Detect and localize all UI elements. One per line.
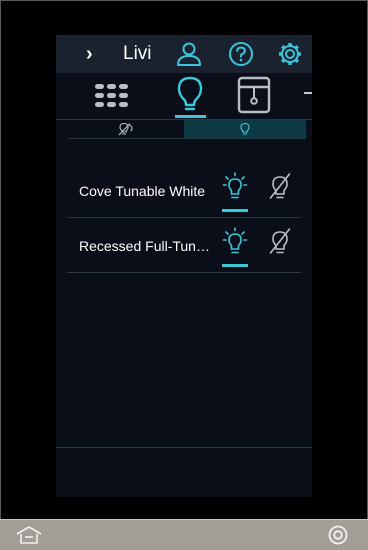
light-row: Cove Tunable White <box>67 163 301 218</box>
settings-icon[interactable] <box>277 41 303 67</box>
back-chevron-icon[interactable]: › <box>86 43 106 65</box>
light-off-icon[interactable] <box>268 226 292 264</box>
shade-tab-icon[interactable] <box>236 75 272 119</box>
lights-on-icon <box>240 122 250 135</box>
filter-lights-on[interactable] <box>184 120 306 138</box>
light-on-icon[interactable] <box>222 171 248 209</box>
light-on-indicator <box>222 264 248 267</box>
filter-all-lights[interactable] <box>68 120 184 138</box>
home-icon[interactable] <box>15 525 43 545</box>
light-on-icon[interactable] <box>222 226 248 264</box>
room-title: Livi <box>123 43 152 64</box>
touch-screen: › Livi Cove Tunable White Recessed Full-… <box>56 35 312 497</box>
content-bottom-divider <box>56 447 312 448</box>
light-on-indicator <box>222 209 248 212</box>
light-name: Recessed Full-Tunable <box>79 238 217 254</box>
selected-tab-indicator <box>175 115 206 118</box>
light-off-icon[interactable] <box>268 171 292 209</box>
tab-bar <box>56 75 312 119</box>
help-icon[interactable] <box>228 41 254 67</box>
more-tabs-indicator[interactable] <box>304 92 312 94</box>
row-divider <box>67 272 301 273</box>
hardware-button-bar <box>0 519 368 550</box>
light-row: Recessed Full-Tunable <box>67 218 301 273</box>
filter-divider <box>68 138 306 139</box>
light-filter-bar <box>68 120 306 138</box>
keypad-tab-icon[interactable] <box>92 75 134 119</box>
lightbulb-tab-icon[interactable] <box>170 75 210 119</box>
power-icon[interactable] <box>327 524 349 546</box>
user-icon[interactable] <box>176 41 202 67</box>
light-name: Cove Tunable White <box>79 183 206 199</box>
all-lights-icon <box>118 122 133 136</box>
header-bar: › Livi <box>56 35 312 73</box>
